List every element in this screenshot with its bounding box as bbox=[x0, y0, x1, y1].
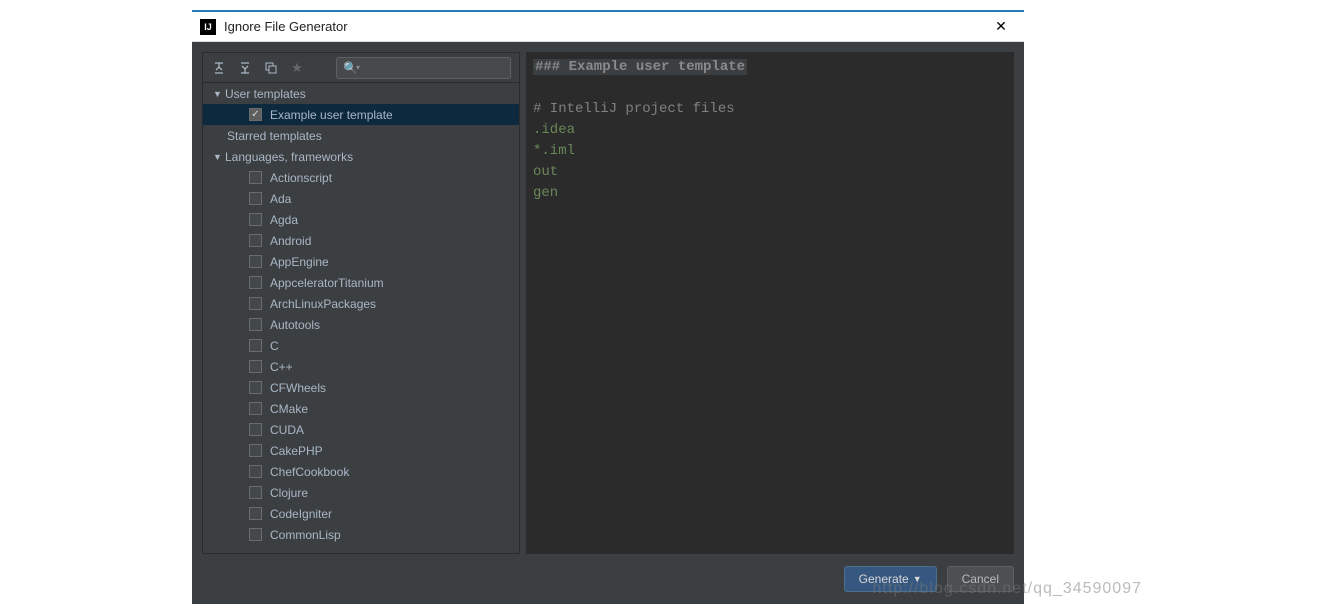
checkbox[interactable] bbox=[249, 465, 262, 478]
tree-item[interactable]: C++ bbox=[203, 356, 519, 377]
tree-item-label: Clojure bbox=[270, 486, 308, 500]
editor-line: # IntelliJ project files bbox=[533, 101, 735, 117]
editor-line: .idea bbox=[533, 122, 575, 138]
template-tree[interactable]: ▼User templatesExample user templateStar… bbox=[203, 83, 519, 553]
tree-item[interactable]: CFWheels bbox=[203, 377, 519, 398]
checkbox[interactable] bbox=[249, 360, 262, 373]
tree-item[interactable]: Ada bbox=[203, 188, 519, 209]
tree-item[interactable]: Agda bbox=[203, 209, 519, 230]
tree-item-label: C bbox=[270, 339, 279, 353]
checkbox[interactable] bbox=[249, 339, 262, 352]
tree-item[interactable]: AppceleratorTitanium bbox=[203, 272, 519, 293]
tree-item[interactable]: C bbox=[203, 335, 519, 356]
tree-item[interactable]: AppEngine bbox=[203, 251, 519, 272]
tree-item[interactable]: CommonLisp bbox=[203, 524, 519, 545]
generate-label: Generate bbox=[859, 572, 909, 586]
star-icon[interactable]: ★ bbox=[289, 60, 305, 76]
checkbox[interactable] bbox=[249, 108, 262, 121]
editor-line: *.iml bbox=[533, 143, 575, 159]
tree-item[interactable]: Autotools bbox=[203, 314, 519, 335]
tree-item[interactable]: CUDA bbox=[203, 419, 519, 440]
dialog-title: Ignore File Generator bbox=[224, 19, 986, 34]
editor-line: out bbox=[533, 164, 558, 180]
checkbox[interactable] bbox=[249, 255, 262, 268]
tree-item[interactable]: CakePHP bbox=[203, 440, 519, 461]
tree-item[interactable]: Example user template bbox=[203, 104, 519, 125]
search-input[interactable]: 🔍▾ bbox=[336, 57, 511, 79]
checkbox[interactable] bbox=[249, 507, 262, 520]
button-row: Generate ▼ Cancel bbox=[202, 554, 1014, 594]
tree-group-header[interactable]: ▼User templates bbox=[203, 83, 519, 104]
tree-item-label: Android bbox=[270, 234, 311, 248]
chevron-down-icon: ▼ bbox=[913, 574, 922, 584]
preview-editor[interactable]: ### Example user template # IntelliJ pro… bbox=[526, 52, 1014, 554]
generate-button[interactable]: Generate ▼ bbox=[844, 566, 937, 592]
checkbox[interactable] bbox=[249, 234, 262, 247]
checkbox[interactable] bbox=[249, 528, 262, 541]
copy-icon[interactable] bbox=[263, 60, 279, 76]
checkbox[interactable] bbox=[249, 192, 262, 205]
tree-item[interactable]: CMake bbox=[203, 398, 519, 419]
tree-group-header[interactable]: ▼Languages, frameworks bbox=[203, 146, 519, 167]
tree-item-label: Actionscript bbox=[270, 171, 332, 185]
checkbox[interactable] bbox=[249, 402, 262, 415]
tree-item[interactable]: CodeIgniter bbox=[203, 503, 519, 524]
editor-heading: ### Example user template bbox=[533, 59, 747, 75]
checkbox[interactable] bbox=[249, 297, 262, 310]
cancel-label: Cancel bbox=[962, 572, 999, 586]
chevron-down-icon: ▼ bbox=[213, 89, 225, 99]
tree-item[interactable]: ChefCookbook bbox=[203, 461, 519, 482]
tree-item-label: C++ bbox=[270, 360, 293, 374]
tree-item-label: CFWheels bbox=[270, 381, 326, 395]
checkbox[interactable] bbox=[249, 381, 262, 394]
checkbox[interactable] bbox=[249, 486, 262, 499]
app-icon: IJ bbox=[200, 19, 216, 35]
tree-item[interactable]: Actionscript bbox=[203, 167, 519, 188]
titlebar: IJ Ignore File Generator ✕ bbox=[192, 12, 1024, 42]
tree-item-label: CommonLisp bbox=[270, 528, 341, 542]
tree-item-label: CUDA bbox=[270, 423, 304, 437]
checkbox[interactable] bbox=[249, 171, 262, 184]
toolbar: ★ 🔍▾ bbox=[203, 53, 519, 83]
checkbox[interactable] bbox=[249, 213, 262, 226]
content-row: ★ 🔍▾ ▼User templatesExample user templat… bbox=[202, 52, 1014, 554]
cancel-button[interactable]: Cancel bbox=[947, 566, 1014, 592]
tree-item-label: Agda bbox=[270, 213, 298, 227]
tree-item[interactable]: Clojure bbox=[203, 482, 519, 503]
dialog-body: ★ 🔍▾ ▼User templatesExample user templat… bbox=[192, 42, 1024, 604]
tree-item[interactable]: Android bbox=[203, 230, 519, 251]
tree-item-label: CakePHP bbox=[270, 444, 323, 458]
checkbox[interactable] bbox=[249, 276, 262, 289]
tree-item-label: Example user template bbox=[270, 108, 393, 122]
template-list-panel: ★ 🔍▾ ▼User templatesExample user templat… bbox=[202, 52, 520, 554]
tree-item-label: CMake bbox=[270, 402, 308, 416]
tree-item-label: Ada bbox=[270, 192, 291, 206]
chevron-down-icon: ▼ bbox=[213, 152, 225, 162]
tree-item[interactable]: ArchLinuxPackages bbox=[203, 293, 519, 314]
tree-group-label: Languages, frameworks bbox=[225, 150, 353, 164]
checkbox[interactable] bbox=[249, 444, 262, 457]
tree-item-label: AppEngine bbox=[270, 255, 329, 269]
checkbox[interactable] bbox=[249, 318, 262, 331]
checkbox[interactable] bbox=[249, 423, 262, 436]
tree-item-label: ChefCookbook bbox=[270, 465, 349, 479]
expand-all-icon[interactable] bbox=[211, 60, 227, 76]
tree-item-label: ArchLinuxPackages bbox=[270, 297, 376, 311]
collapse-all-icon[interactable] bbox=[237, 60, 253, 76]
tree-item-label: AppceleratorTitanium bbox=[270, 276, 384, 290]
tree-item-label: CodeIgniter bbox=[270, 507, 332, 521]
tree-item-label: Autotools bbox=[270, 318, 320, 332]
close-icon[interactable]: ✕ bbox=[986, 12, 1016, 42]
editor-line: gen bbox=[533, 185, 558, 201]
tree-group-header: Starred templates bbox=[203, 125, 519, 146]
dialog-window: IJ Ignore File Generator ✕ ★ bbox=[192, 10, 1024, 604]
tree-group-label: User templates bbox=[225, 87, 306, 101]
